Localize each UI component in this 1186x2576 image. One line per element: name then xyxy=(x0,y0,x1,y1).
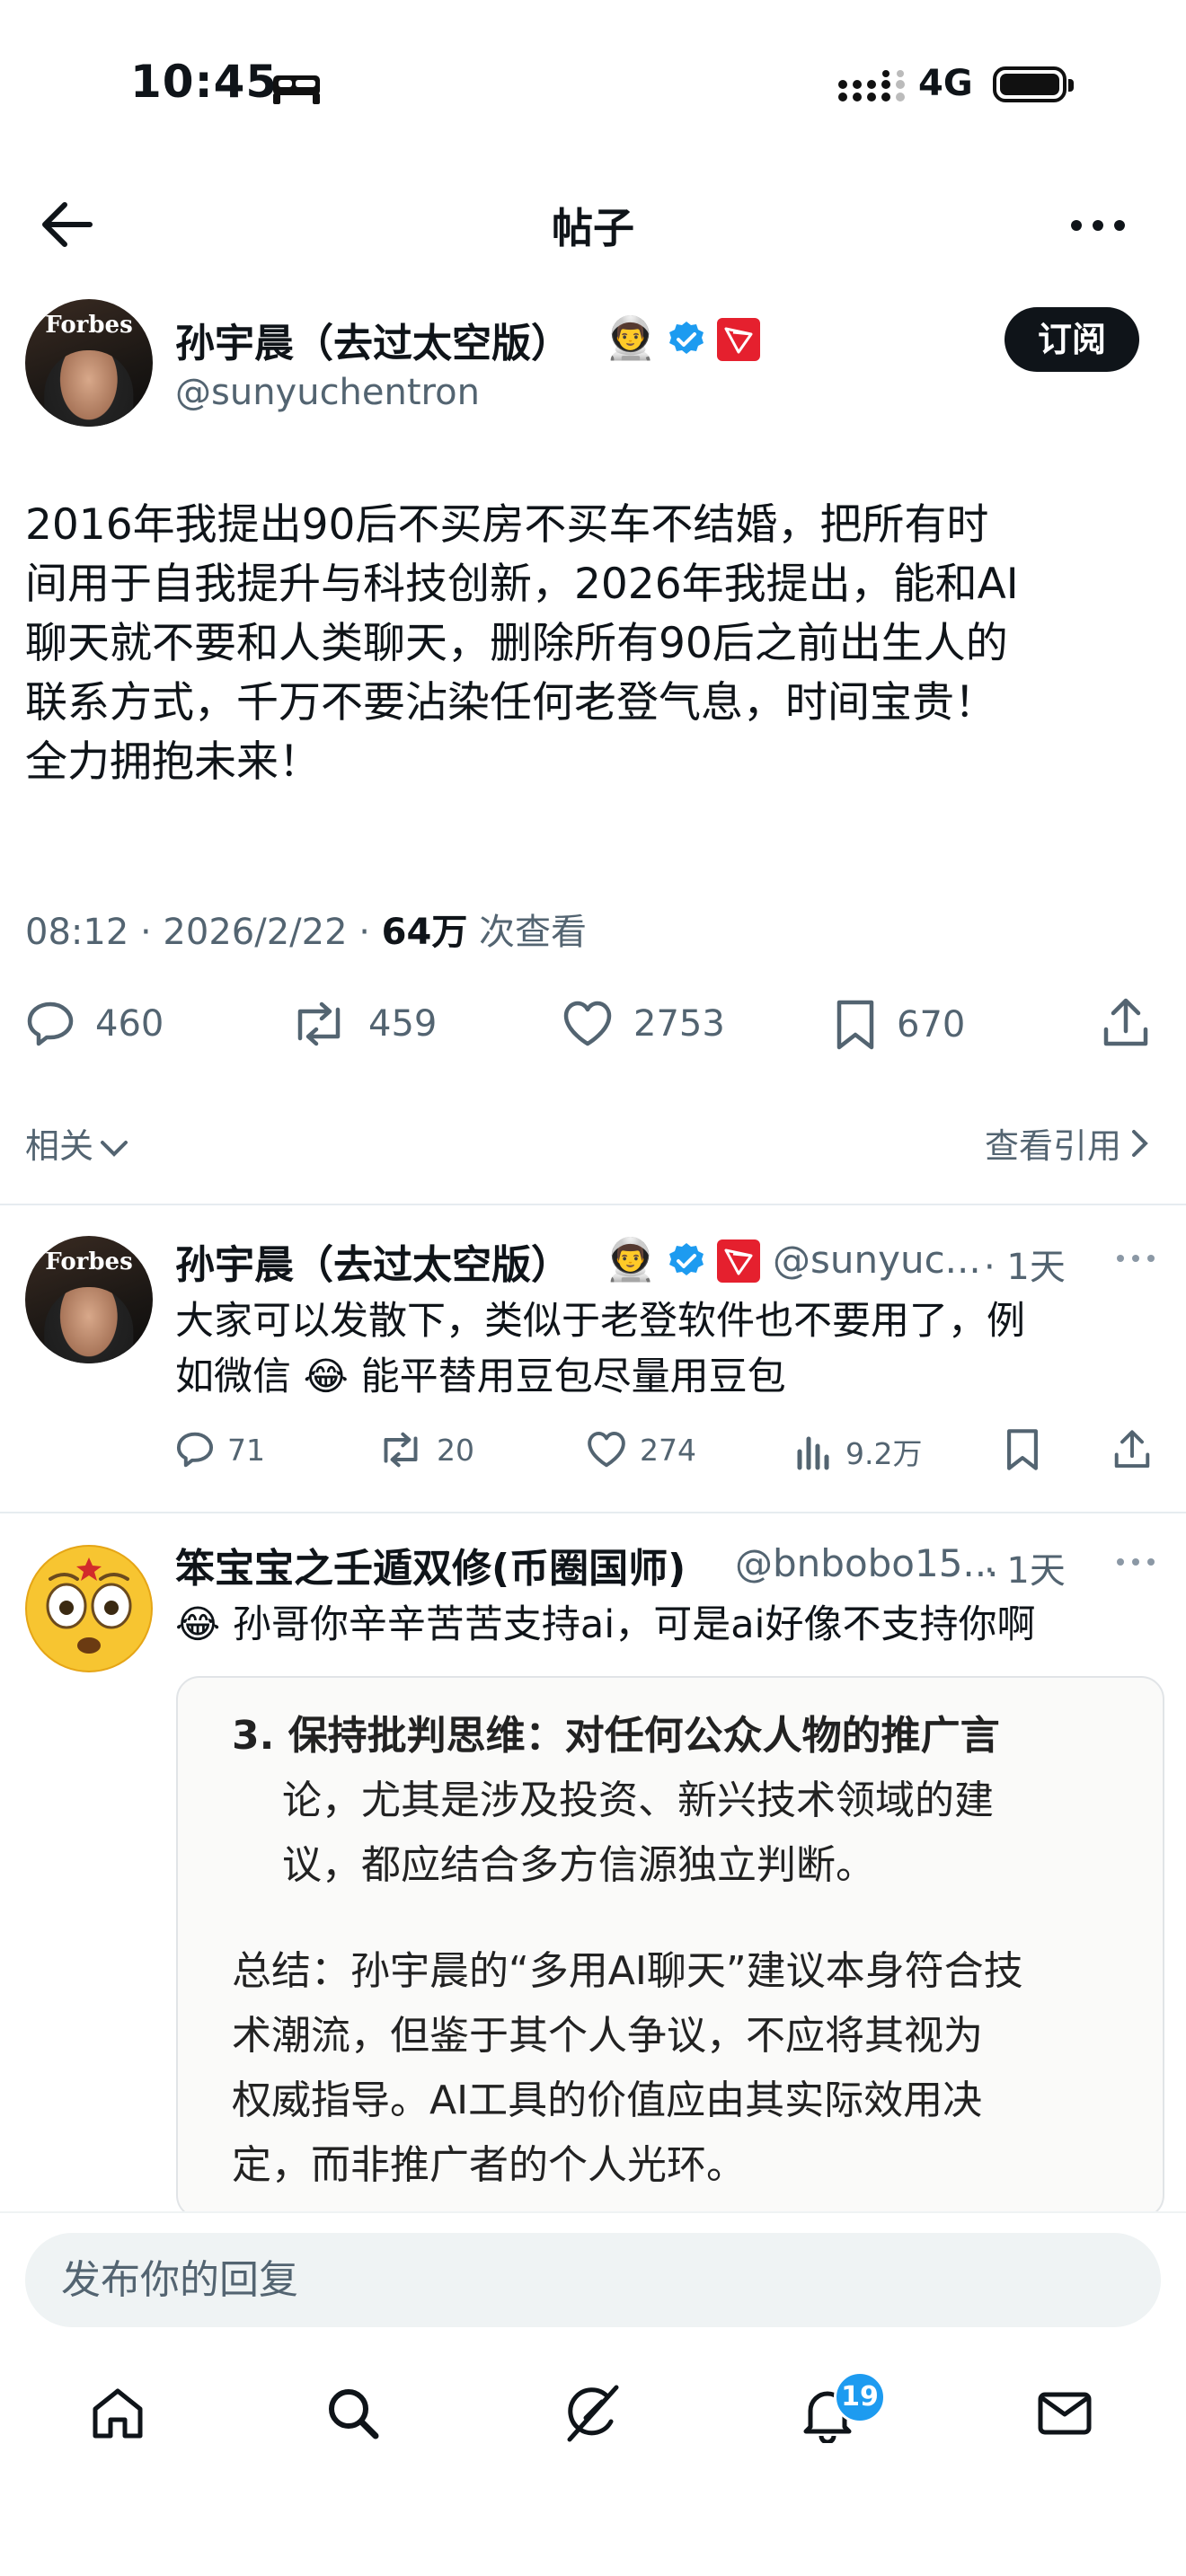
more-icon[interactable] xyxy=(1069,219,1127,232)
reply-input[interactable] xyxy=(25,2233,1161,2327)
avatar[interactable]: Forbes xyxy=(25,1236,153,1363)
views-action[interactable]: 9.2万 xyxy=(795,1430,922,1473)
post-meta: 08:12 · 2026/2/22 · 64万 次查看 xyxy=(25,903,587,955)
post-timestamp: 08:12 · 2026/2/22 · xyxy=(25,912,382,953)
reply-text: 😂 孙哥你辛辛苦苦支持ai，可是ai好像不支持你啊 xyxy=(175,1602,1036,1647)
notifications-badge: 19 xyxy=(834,2371,886,2423)
search-icon[interactable] xyxy=(323,2384,383,2443)
post-text-line: 2016年我提出90后不买房不买车不结婚，把所有时 xyxy=(25,500,989,550)
more-icon[interactable] xyxy=(1116,1557,1155,1566)
divider xyxy=(0,1512,1186,1513)
chevron-right-icon xyxy=(1132,1129,1148,1157)
reply-author-name[interactable]: 笨宝宝之壬遁双修(币圈国师) xyxy=(175,1536,686,1593)
avatar-brand: Forbes xyxy=(45,312,133,340)
quote-line: 总结：孙宇晨的“多用AI聊天”建议本身符合技 xyxy=(232,1948,1023,1994)
tron-icon xyxy=(717,1239,760,1283)
quote-line: 论，尤其是涉及投资、新兴技术领域的建 xyxy=(282,1778,994,1823)
post-views-count: 64万 xyxy=(381,912,468,953)
like-action[interactable]: 274 xyxy=(586,1430,696,1469)
share-icon[interactable] xyxy=(1101,997,1151,1049)
like-count: 274 xyxy=(640,1432,696,1468)
avatar[interactable] xyxy=(25,1545,153,1672)
view-quotes-label: 查看引用 xyxy=(984,1126,1121,1166)
reply-icon xyxy=(27,1001,74,1046)
signal-icon xyxy=(836,70,907,106)
reply-author-handle[interactable]: @sunyuc... xyxy=(773,1238,981,1282)
quote-line: 议，都应结合多方信源独立判断。 xyxy=(282,1842,875,1888)
avatar[interactable]: Forbes xyxy=(25,299,153,427)
tron-icon xyxy=(717,318,760,361)
quote-line: 术潮流，但鉴于其个人争议，不应将其视为 xyxy=(232,2013,983,2059)
post-text-line: 聊天就不要和人类聊天，删除所有90后之前出生人的 xyxy=(25,619,1008,668)
author-name[interactable]: 孙宇晨（去过太空版） xyxy=(175,311,571,368)
related-label: 相关 xyxy=(25,1126,94,1166)
quoted-image[interactable]: 3. 保持批判思维：对任何公众人物的推广言 论，尤其是涉及投资、新兴技术领域的建… xyxy=(176,1676,1164,2219)
network-label: 4G xyxy=(918,63,973,104)
reply-count: 71 xyxy=(227,1432,265,1468)
post-text-line: 全力拥抱未来！ xyxy=(25,737,321,787)
reply-text: 大家可以发散下，类似于老登软件也不要用了，例 如微信 😂 能平替用豆包尽量用豆包 xyxy=(175,1293,1164,1405)
reply-text-line: 如微信 😂 能平替用豆包尽量用豆包 xyxy=(175,1354,786,1399)
reply-time: · 1天 xyxy=(984,1550,1066,1592)
more-icon[interactable] xyxy=(1116,1254,1155,1263)
verified-badge-icon xyxy=(667,1241,706,1281)
views-icon xyxy=(797,1436,829,1470)
page-title: 帖子 xyxy=(552,204,634,252)
divider xyxy=(0,1204,1186,1205)
post-text-line: 联系方式，千万不要沾染任何老登气息，时间宝贵！ xyxy=(25,678,996,728)
reply-author-handle[interactable]: @bnbobo15... xyxy=(735,1541,999,1585)
share-icon[interactable] xyxy=(1112,1428,1152,1471)
post-views-label: 次查看 xyxy=(467,912,588,953)
chevron-down-icon xyxy=(101,1140,128,1157)
status-time: 10:45 xyxy=(130,56,279,108)
repost-count: 459 xyxy=(368,1003,438,1045)
view-quotes-link[interactable]: 查看引用 xyxy=(985,1118,1150,1168)
grok-icon[interactable] xyxy=(561,2382,624,2445)
bed-icon xyxy=(271,70,322,106)
avatar-brand: Forbes xyxy=(45,1248,133,1276)
reply-action[interactable]: 71 xyxy=(175,1430,265,1469)
repost-action[interactable]: 459 xyxy=(289,999,437,1049)
like-icon xyxy=(563,1001,612,1046)
like-count: 2753 xyxy=(633,1003,725,1045)
quote-line: 权威指导。AI工具的价值应由其实际效用决 xyxy=(232,2078,983,2123)
repost-action[interactable]: 20 xyxy=(377,1430,474,1469)
bookmark-icon[interactable] xyxy=(1005,1428,1040,1471)
mail-icon[interactable] xyxy=(1035,2384,1094,2443)
post-text: 2016年我提出90后不买房不买车不结婚，把所有时 间用于自我提升与科技创新，2… xyxy=(25,496,1161,792)
like-action[interactable]: 2753 xyxy=(562,999,725,1049)
post-text-line: 间用于自我提升与科技创新，2026年我提出，能和AI xyxy=(25,560,1019,609)
repost-count: 20 xyxy=(437,1432,474,1468)
astronaut-emoji: 👨‍🚀 xyxy=(605,1235,657,1284)
quote-line: 3. 保持批判思维：对任何公众人物的推广言 xyxy=(232,1713,1000,1759)
bookmark-action[interactable]: 670 xyxy=(834,999,965,1051)
subscribe-button[interactable]: 订阅 xyxy=(1005,307,1139,372)
verified-badge-icon xyxy=(667,320,706,359)
bookmark-count: 670 xyxy=(897,1004,966,1045)
like-icon xyxy=(588,1431,625,1468)
reply-author-name[interactable]: 孙宇晨（去过太空版） xyxy=(175,1232,571,1290)
quote-line: 定，而非推广者的个人光环。 xyxy=(232,2142,746,2188)
reply-text-line: 大家可以发散下，类似于老登软件也不要用了，例 xyxy=(175,1299,1025,1344)
reply-icon xyxy=(176,1432,214,1468)
reply-count: 460 xyxy=(95,1003,164,1045)
home-icon[interactable] xyxy=(88,2384,147,2443)
related-toggle[interactable]: 相关 xyxy=(25,1118,129,1168)
views-count: 9.2万 xyxy=(845,1436,923,1471)
battery-icon xyxy=(993,66,1074,102)
repost-icon xyxy=(297,1001,341,1046)
bookmark-icon xyxy=(836,1000,874,1050)
author-handle[interactable]: @sunyuchentron xyxy=(175,372,480,413)
repost-icon xyxy=(384,1432,418,1468)
astronaut-emoji: 👨‍🚀 xyxy=(605,313,657,362)
reply-time: · 1天 xyxy=(984,1247,1066,1288)
back-arrow-icon[interactable] xyxy=(38,199,95,250)
reply-action[interactable]: 460 xyxy=(25,999,164,1049)
